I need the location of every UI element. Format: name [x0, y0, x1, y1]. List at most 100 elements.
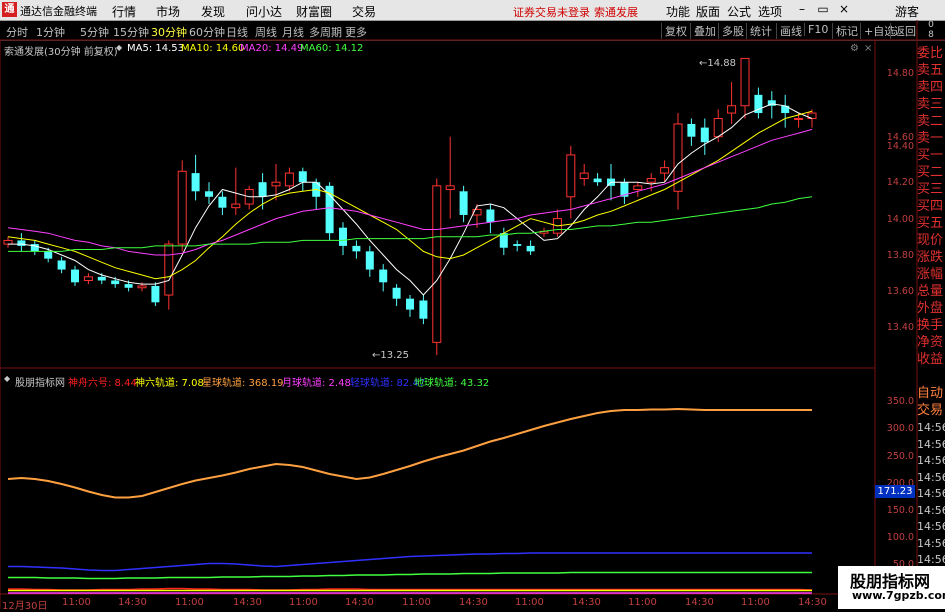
login-warning[interactable]: 证券交易未登录 [513, 4, 590, 20]
trade-tab[interactable]: 交易 [917, 402, 945, 419]
period-day[interactable]: 日线 [226, 24, 248, 40]
quote-row-label: 卖五 [917, 63, 944, 78]
period-month[interactable]: 月线 [282, 24, 304, 40]
menu-jiaoyi[interactable]: 交易 [352, 3, 376, 20]
menu-caifuquan[interactable]: 财富圈 [296, 3, 332, 20]
menu-gongshi[interactable]: 公式 [727, 3, 751, 20]
menu-gongneng[interactable]: 功能 [666, 3, 690, 20]
period-week[interactable]: 周线 [255, 24, 277, 40]
close-icon[interactable]: × [835, 1, 853, 18]
x-tick: 11:00 [402, 597, 431, 608]
minimize-icon[interactable]: – [793, 1, 811, 18]
candle-body [258, 182, 267, 197]
app-logo-icon: 通 [2, 2, 17, 17]
x-tick: 14:30 [459, 597, 488, 608]
candle-body [365, 251, 374, 270]
x-tick: 11:00 [175, 597, 204, 608]
menu-hangqing[interactable]: 行情 [112, 3, 136, 20]
quote-row-label: 收益 [917, 352, 944, 367]
indicator-tick: 350.0 [886, 396, 914, 407]
quote-panel: 委比 卖五 卖四 卖三 卖二 卖一 买一 买二 买三 买四 买五 现价 涨跌 涨幅 总量 外盘 换手 净资 收益 [917, 45, 945, 368]
x-tick: 12月30日 [2, 601, 48, 612]
candle-body [526, 245, 535, 252]
candle-body [486, 209, 495, 223]
period-15min[interactable]: 15分钟 [113, 24, 149, 40]
price-tick: 14.80 [886, 68, 914, 79]
btn-diejia[interactable]: 叠加 [690, 23, 716, 39]
period-30min[interactable]: 30分钟 [151, 24, 187, 40]
candle-body [177, 170, 187, 245]
candle-body [579, 172, 589, 180]
period-more[interactable]: 更多 [345, 24, 367, 40]
x-tick: 11:00 [289, 597, 318, 608]
ind-yueqiu-label: 月球轨道: 2.48 [282, 378, 351, 389]
candle-body [754, 94, 763, 114]
maximize-icon[interactable]: ▭ [814, 1, 832, 18]
candle-body [552, 218, 562, 234]
candle-body [620, 182, 629, 197]
ma-line-ma60 [8, 196, 813, 252]
menu-banmian[interactable]: 版面 [696, 3, 720, 20]
quote-row-label: 现价 [917, 233, 944, 248]
btn-f10[interactable]: F10 [804, 23, 828, 36]
candle-body [593, 178, 602, 183]
quote-row-label: 买五 [917, 216, 944, 231]
user-label[interactable]: 游客 [895, 3, 919, 20]
candle-body [218, 196, 227, 208]
top-right-badge: 08 [928, 20, 934, 40]
low-price-annotation: ←13.25 [372, 350, 410, 361]
ma60-label: MA60: 14.12 [300, 43, 364, 54]
ind-xingqiu-label: 星球轨道: 368.19 [202, 378, 284, 389]
settings-gear-icon[interactable]: ⚙ [850, 43, 859, 54]
candle-body [111, 280, 120, 285]
indicator-line [8, 587, 813, 591]
btn-fuquan[interactable]: 复权 [661, 23, 687, 39]
quote-row-label: 买四 [917, 199, 944, 214]
quote-row-label: 卖四 [917, 80, 944, 95]
ma-toggle-icon[interactable]: ◆ [116, 43, 122, 52]
ma-line-ma20 [7, 128, 813, 256]
candle-body [271, 181, 281, 187]
btn-huaxian[interactable]: 画线 [776, 23, 802, 39]
indicator-tick: 100.0 [886, 532, 914, 543]
candle-body [191, 173, 200, 192]
x-tick: 11:00 [62, 597, 91, 608]
period-fenshi[interactable]: 分时 [6, 24, 28, 40]
btn-biaoji[interactable]: 标记 [832, 23, 858, 39]
menu-faxian[interactable]: 发现 [201, 3, 225, 20]
btn-tongji[interactable]: 统计 [746, 23, 772, 39]
trade-time: 14:56 [917, 503, 945, 517]
panel-close-icon[interactable]: × [864, 43, 872, 54]
indicator-toggle-icon[interactable]: ◆ [4, 374, 10, 383]
btn-fanhui[interactable]: 返回 [890, 23, 916, 39]
app-title: 通达信金融终端 [20, 5, 97, 18]
candle-body [339, 227, 347, 246]
candle-body [767, 100, 776, 106]
price-tick: 13.80 [886, 250, 914, 261]
trade-time: 14:56 [917, 454, 945, 467]
trade-time: 14:56 [917, 470, 945, 484]
period-1min[interactable]: 1分钟 [36, 24, 65, 40]
period-multi[interactable]: 多周期 [309, 24, 342, 40]
auto-tab[interactable]: 自动 [917, 385, 945, 402]
candle-body [713, 118, 723, 138]
trade-time: 14:56 [917, 437, 945, 451]
menu-shichang[interactable]: 市场 [156, 3, 180, 20]
candle-body [566, 154, 576, 198]
candle-body [513, 244, 522, 246]
ind-shenzhou-label: 神舟六号: 8.44 [68, 378, 137, 389]
period-60min[interactable]: 60分钟 [189, 24, 225, 40]
indicator-current-value: 171.23 [875, 485, 915, 498]
x-tick: 14:30 [685, 597, 714, 608]
menu-xuanxiang[interactable]: 选项 [758, 3, 782, 20]
indicator-tick: 250.0 [886, 451, 914, 462]
price-tick: 13.60 [886, 286, 914, 297]
period-5min[interactable]: 5分钟 [80, 24, 109, 40]
btn-duogu[interactable]: 多股 [718, 23, 744, 39]
ma-line-ma5 [8, 103, 813, 296]
menu-wenxiaoda[interactable]: 问小达 [246, 3, 282, 20]
candle-body [646, 178, 656, 183]
x-tick: 14:30 [798, 597, 827, 608]
x-tick: 14:30 [233, 597, 262, 608]
ind-shenliu-label: 神六轨道: 7.08 [135, 378, 204, 389]
